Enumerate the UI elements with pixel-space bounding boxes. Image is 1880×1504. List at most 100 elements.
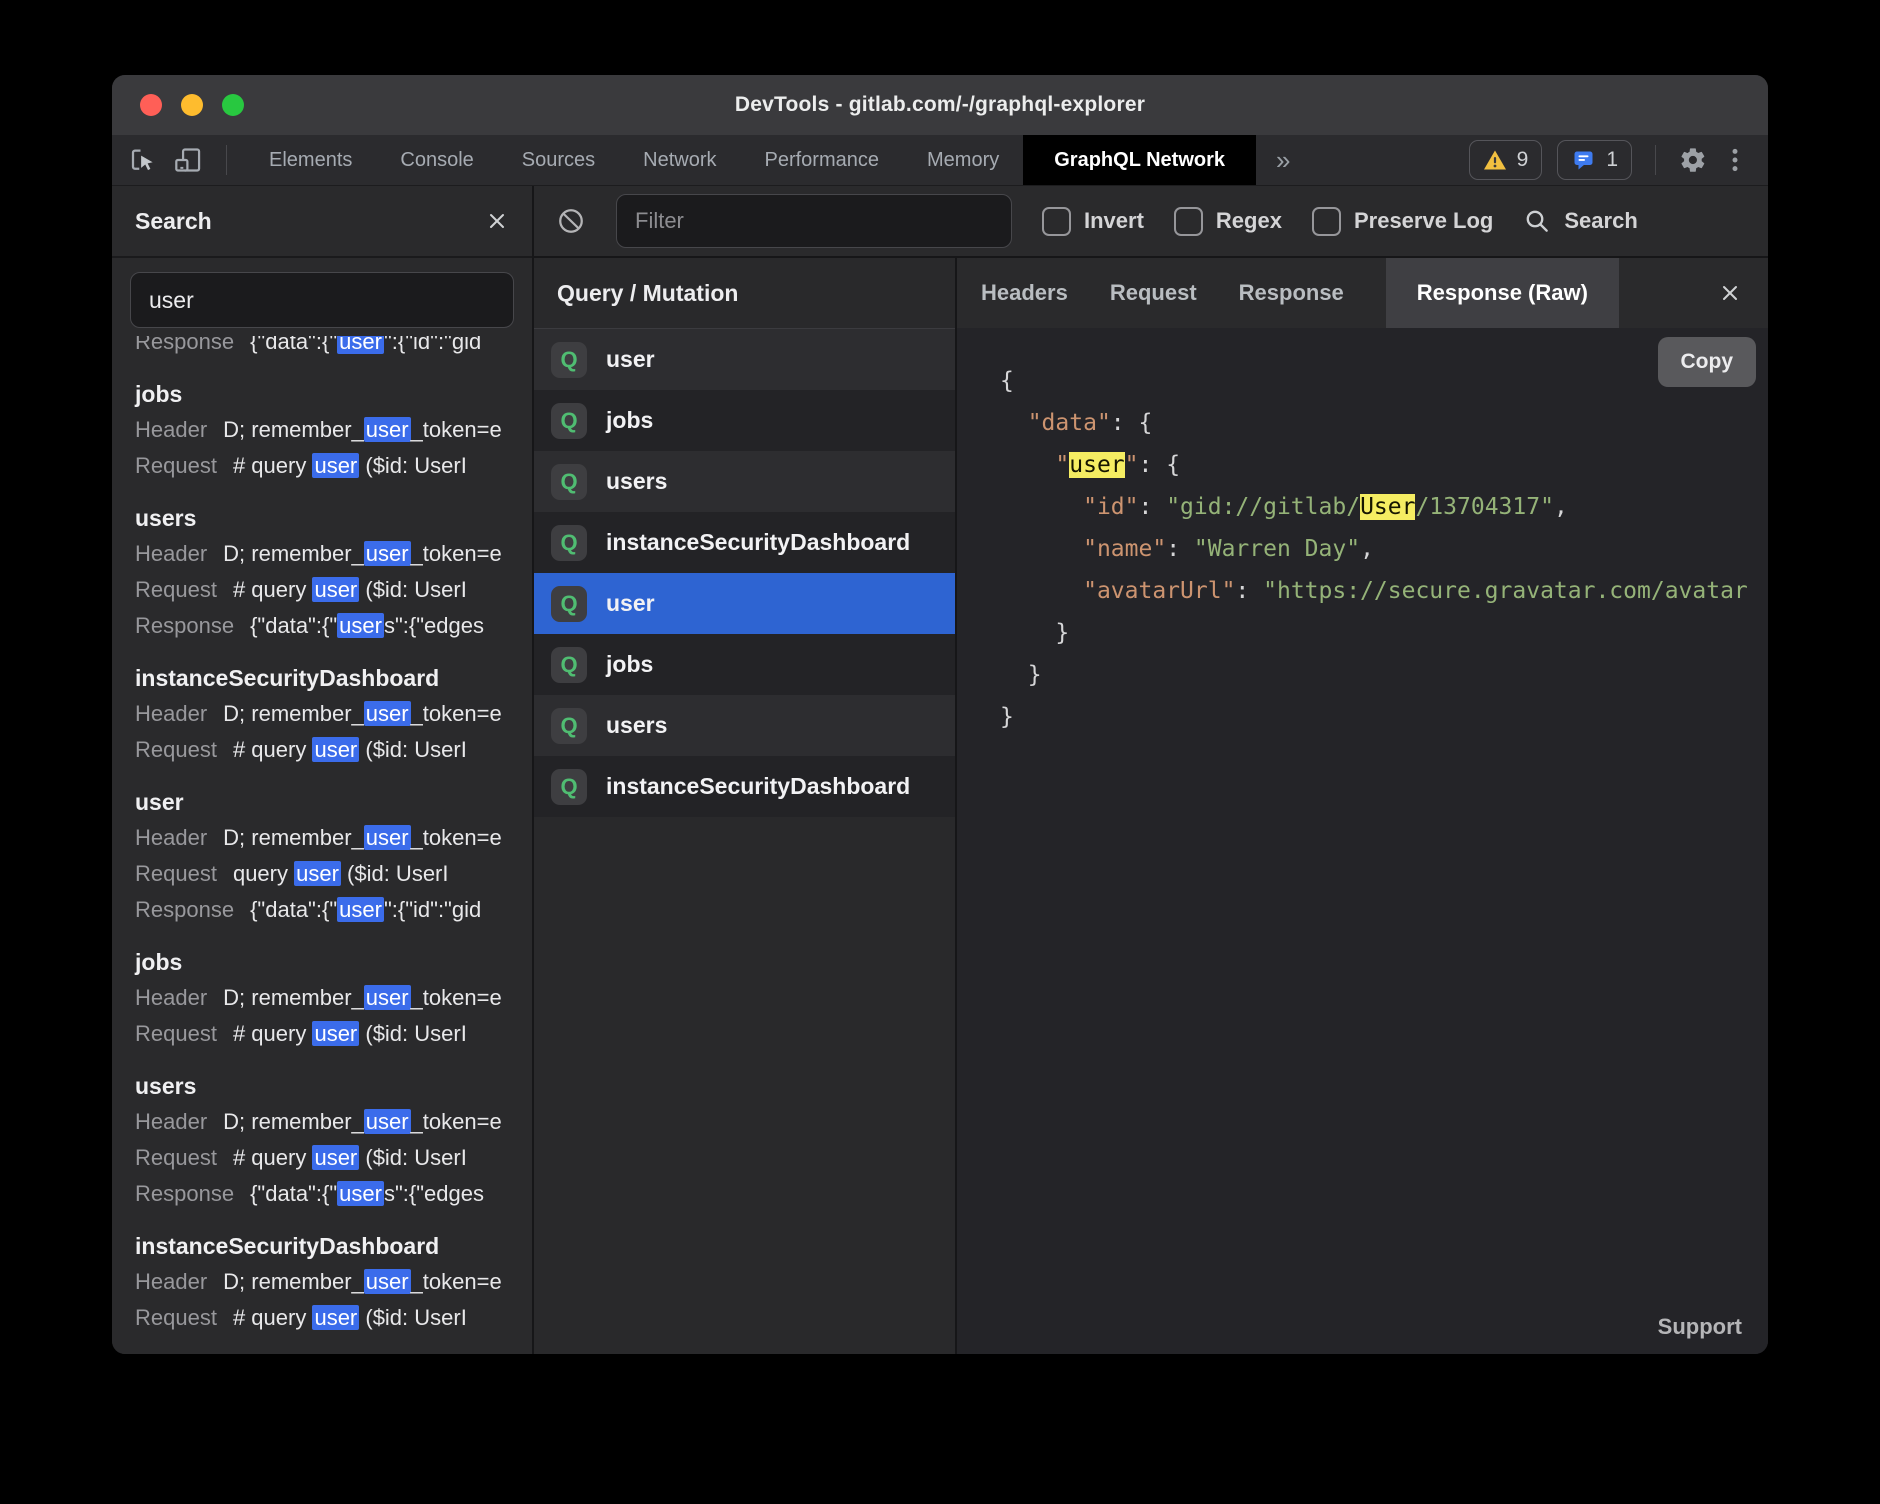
preserve-log-checkbox[interactable] — [1312, 207, 1341, 236]
invert-checkbox[interactable] — [1042, 207, 1071, 236]
query-list-item[interactable]: Q user — [534, 329, 955, 390]
code-line: "name": "Warren Day", — [1000, 528, 1768, 570]
result-label: Request — [135, 1145, 217, 1170]
query-list-item[interactable]: Q instanceSecurityDashboard — [534, 512, 955, 573]
close-window-button[interactable] — [140, 94, 162, 116]
search-result-line[interactable]: Request# query user ($id: UserI — [135, 572, 532, 608]
query-list-item[interactable]: Q users — [534, 695, 955, 756]
regex-checkbox[interactable] — [1174, 207, 1203, 236]
search-result-line[interactable]: HeaderD; remember_user_token=e — [135, 536, 532, 572]
code-line: } — [1000, 654, 1768, 696]
search-result-line[interactable]: HeaderD; remember_user_token=e — [135, 696, 532, 732]
block-filter-icon[interactable] — [556, 206, 586, 236]
result-value: D; remember_user_token=e — [223, 1109, 502, 1134]
content-row: Query / Mutation Q user Q jobs Q users — [534, 258, 1768, 1354]
result-value: query user ($id: UserI — [233, 861, 449, 886]
inspect-element-icon[interactable] — [128, 145, 158, 175]
minimize-window-button[interactable] — [181, 94, 203, 116]
search-result-line[interactable]: Requestquery user ($id: UserI — [135, 856, 532, 892]
tab-network[interactable]: Network — [619, 135, 740, 185]
search-result-line[interactable]: HeaderD; remember_user_token=e — [135, 412, 532, 448]
search-toggle[interactable]: Search — [1523, 207, 1637, 235]
result-section-name[interactable]: user — [135, 784, 532, 820]
search-result-line[interactable]: Request# query user ($id: UserI — [135, 1140, 532, 1176]
query-type-badge: Q — [551, 464, 587, 500]
result-section-name[interactable]: instanceSecurityDashboard — [135, 660, 532, 696]
more-options-dots-icon[interactable] — [1722, 146, 1748, 174]
result-value: # query user ($id: UserI — [233, 1305, 467, 1330]
copy-button[interactable]: Copy — [1658, 337, 1757, 387]
tab-memory[interactable]: Memory — [903, 135, 1023, 185]
invert-checkbox-group[interactable]: Invert — [1042, 207, 1144, 236]
match-highlight: user — [337, 897, 384, 922]
search-result-line[interactable]: Response{"data":{"users":{"edges — [135, 608, 532, 644]
details-tabs: Headers Request Response Response (Raw) — [957, 258, 1768, 328]
query-item-label: instanceSecurityDashboard — [606, 773, 910, 800]
search-result-line[interactable]: Request# query user ($id: UserI — [135, 1016, 532, 1052]
invert-label: Invert — [1084, 208, 1144, 234]
search-result-line[interactable]: Request# query user ($id: UserI — [135, 448, 532, 484]
match-highlight: user — [294, 861, 341, 886]
result-section-name[interactable]: users — [135, 1068, 532, 1104]
result-section-name[interactable]: jobs — [135, 376, 532, 412]
match-highlight: user — [364, 1269, 411, 1294]
query-type-badge: Q — [551, 708, 587, 744]
result-value: # query user ($id: UserI — [233, 1021, 467, 1046]
search-input[interactable] — [130, 272, 514, 328]
tab-console[interactable]: Console — [376, 135, 497, 185]
tab-graphql-network[interactable]: GraphQL Network — [1023, 135, 1256, 185]
tab-headers[interactable]: Headers — [981, 280, 1068, 306]
tab-response-raw[interactable]: Response (Raw) — [1386, 258, 1619, 328]
filter-input[interactable] — [616, 194, 1012, 248]
search-result-line[interactable]: HeaderD; remember_user_token=e — [135, 1264, 532, 1300]
tab-sources[interactable]: Sources — [498, 135, 619, 185]
result-label: Header — [135, 1109, 207, 1134]
search-result-line[interactable]: HeaderD; remember_user_token=e — [135, 980, 532, 1016]
result-section-name[interactable]: instanceSecurityDashboard — [135, 1228, 532, 1264]
search-result-line[interactable]: Request# query user ($id: UserI — [135, 1300, 532, 1336]
zoom-window-button[interactable] — [222, 94, 244, 116]
result-label: Header — [135, 541, 207, 566]
search-result-line[interactable]: HeaderD; remember_user_token=e — [135, 820, 532, 856]
regex-label: Regex — [1216, 208, 1282, 234]
filter-bar: Invert Regex Preserve Log — [534, 186, 1768, 258]
search-result-line[interactable]: Response{"data":{"user":{"id":"gid — [135, 892, 532, 928]
query-item-label: instanceSecurityDashboard — [606, 529, 910, 556]
tab-request[interactable]: Request — [1110, 280, 1197, 306]
code-line: "avatarUrl": "https://secure.gravatar.co… — [1000, 570, 1768, 612]
search-match-highlight: User — [1360, 494, 1415, 520]
query-list-item[interactable]: Q jobs — [534, 634, 955, 695]
settings-gear-icon[interactable] — [1679, 146, 1707, 174]
query-list-item[interactable]: Q users — [534, 451, 955, 512]
match-highlight: user — [364, 1109, 411, 1134]
toolbar-icons — [112, 145, 245, 175]
result-section-name[interactable]: jobs — [135, 944, 532, 980]
result-value: {"data":{"users":{"edges — [250, 1181, 484, 1206]
regex-checkbox-group[interactable]: Regex — [1174, 207, 1282, 236]
search-result-line[interactable]: Response{"data":{"users":{"edges — [135, 1176, 532, 1212]
result-value: {"data":{"user":{"id":"gid — [250, 336, 481, 354]
close-search-panel-icon[interactable] — [485, 209, 509, 233]
result-value: D; remember_user_token=e — [223, 825, 502, 850]
query-list-item[interactable]: Q instanceSecurityDashboard — [534, 756, 955, 817]
search-panel-header: Search — [112, 186, 532, 258]
more-tabs-chevron-icon[interactable]: » — [1256, 145, 1310, 176]
query-list-item-selected[interactable]: Q user — [534, 573, 955, 634]
preserve-log-checkbox-group[interactable]: Preserve Log — [1312, 207, 1493, 236]
warning-count: 9 — [1517, 148, 1529, 172]
device-toolbar-icon[interactable] — [172, 145, 204, 175]
query-list-item[interactable]: Q jobs — [534, 390, 955, 451]
warnings-badge[interactable]: 9 — [1469, 140, 1543, 180]
tab-response[interactable]: Response — [1239, 280, 1344, 306]
issues-badge[interactable]: 1 — [1557, 140, 1632, 180]
close-details-icon[interactable] — [1718, 281, 1768, 305]
search-result-line[interactable]: Response{"data":{"user":{"id":"gid — [135, 336, 532, 360]
result-section-name[interactable]: users — [135, 500, 532, 536]
match-highlight: user — [312, 1305, 359, 1330]
search-result-line[interactable]: Header D; remember_user_token=e — [135, 1104, 532, 1140]
support-link[interactable]: Support — [1658, 1314, 1742, 1340]
tab-performance[interactable]: Performance — [741, 135, 904, 185]
tab-elements[interactable]: Elements — [245, 135, 376, 185]
result-label: Header — [135, 417, 207, 442]
search-result-line[interactable]: Request# query user ($id: UserI — [135, 732, 532, 768]
